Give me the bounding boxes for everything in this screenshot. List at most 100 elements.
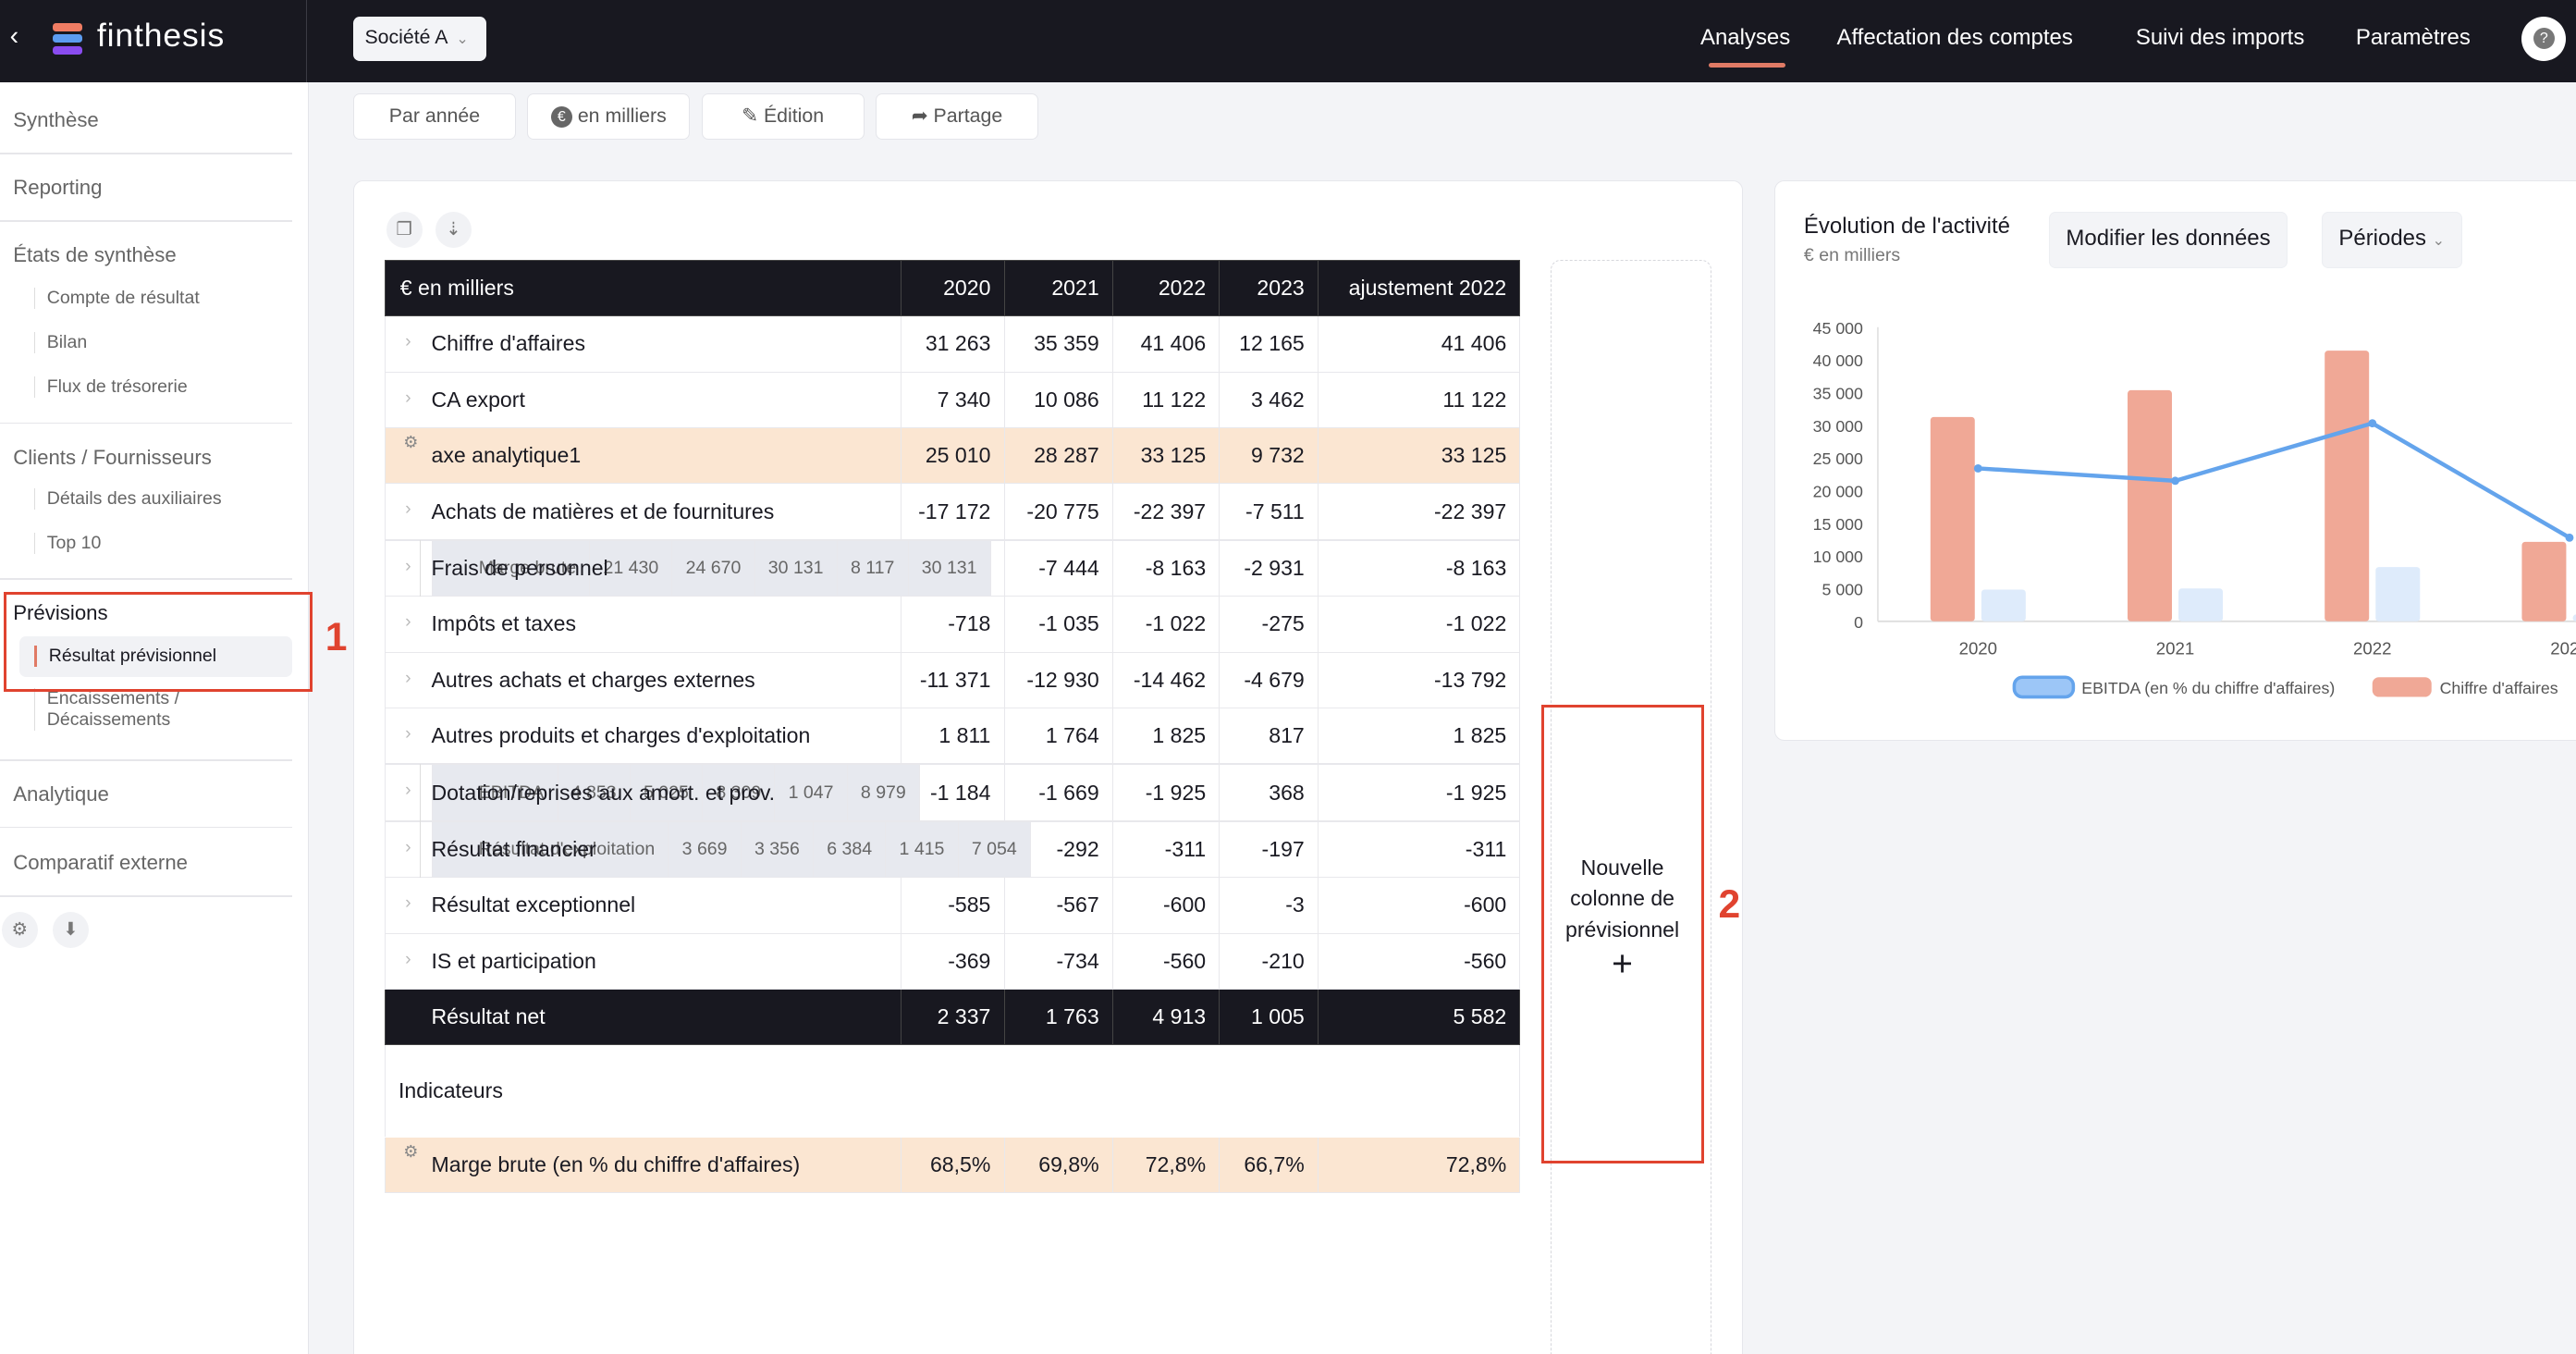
- new-forecast-column-button[interactable]: Nouvelle colonne de prévisionnel +: [1540, 705, 1704, 1163]
- chevron-down-icon: ⌄: [456, 31, 469, 48]
- sidebar-item-compte-resultat[interactable]: Compte de résultat: [34, 287, 200, 309]
- sidebar-item-encaissements[interactable]: Encaissements / Décaissements: [34, 688, 179, 732]
- row-label-text: Dotation/reprises aux amort. et prov.: [431, 780, 776, 805]
- row-label-text: Résultat net: [431, 1004, 546, 1029]
- cell-value: -567: [1003, 877, 1113, 934]
- chevron-right-icon[interactable]: ›: [405, 331, 411, 352]
- cell-value: 31 263: [900, 315, 1005, 373]
- sidebar-item-bilan[interactable]: Bilan: [34, 331, 87, 353]
- chevron-right-icon[interactable]: ›: [405, 780, 411, 801]
- cell-value: 12 165: [1219, 315, 1319, 373]
- table-row[interactable]: › Autres produits et charges d'exploitati…: [384, 707, 1521, 765]
- table-row[interactable]: › CA export 7 340 10 086 11 122 3 462 11 122: [384, 371, 1521, 428]
- cell-value: -1 022: [1317, 596, 1521, 653]
- chevron-right-icon[interactable]: ›: [405, 611, 411, 633]
- cell-value: 2 337: [900, 989, 1005, 1046]
- sidebar-item-details-auxiliaires[interactable]: Détails des auxiliaires: [34, 487, 222, 510]
- divider: [0, 220, 293, 222]
- bar-chiffre-affaires: [2127, 389, 2172, 622]
- label: Édition: [763, 105, 825, 128]
- en-milliers-button[interactable]: € en milliers: [527, 93, 691, 141]
- pencil-icon: ✎: [742, 105, 759, 128]
- nav-parametres[interactable]: Paramètres: [2356, 25, 2471, 51]
- chevron-right-icon[interactable]: ›: [405, 668, 411, 689]
- cell-value: -11 371: [900, 651, 1005, 708]
- copy-icon[interactable]: ❐: [386, 212, 423, 249]
- cell-value: -1 022: [1111, 596, 1221, 653]
- sidebar-item-top10[interactable]: Top 10: [34, 532, 101, 554]
- nav-analyses[interactable]: Analyses: [1700, 25, 1790, 51]
- table-row[interactable]: ⚙ axe analytique1 25 010 28 287 33 125 9 732 3…: [384, 426, 1521, 485]
- cell-value: -17 172: [900, 483, 1005, 540]
- sidebar-item-flux-tresorerie[interactable]: Flux de trésorerie: [34, 375, 188, 398]
- chevron-right-icon[interactable]: ›: [405, 892, 411, 914]
- periods-select[interactable]: Périodes ⌄: [2321, 212, 2463, 268]
- chevron-right-icon[interactable]: ›: [405, 723, 411, 745]
- sidebar-item-etats[interactable]: États de synthèse: [13, 243, 177, 267]
- chevron-right-icon[interactable]: ›: [405, 499, 411, 520]
- par-annee-button[interactable]: Par année: [353, 93, 516, 141]
- row-label-text: Marge brute (en % du chiffre d'affaires): [431, 1152, 801, 1177]
- chevron-right-icon[interactable]: ›: [405, 388, 411, 409]
- table-row[interactable]: › Résultat exceptionnel -585 -567 -600 -3 -600: [384, 877, 1521, 934]
- sidebar-item-analytique[interactable]: Analytique: [13, 782, 109, 806]
- cell-value: 11 122: [1317, 371, 1521, 428]
- gear-icon[interactable]: ⚙: [403, 1142, 418, 1162]
- label-line: Nouvelle: [1580, 855, 1664, 880]
- bar-chiffre-affaires: [2325, 350, 2370, 622]
- table-row[interactable]: › Autres achats et charges externes -11 37…: [384, 651, 1521, 708]
- active-nav-indicator: [1708, 62, 1786, 68]
- header-label: € en milliers: [384, 259, 902, 317]
- table-row[interactable]: ⚙ Marge brute (en % du chiffre d'affaires…: [384, 1136, 1521, 1194]
- chevron-right-icon[interactable]: ›: [405, 949, 411, 970]
- header-2020: 2020: [900, 259, 1005, 317]
- indicators-section-row: Indicateurs: [384, 1044, 1521, 1138]
- company-select[interactable]: Société A ⌄: [353, 16, 486, 61]
- cell-value: -7 444: [1003, 539, 1113, 597]
- table-row[interactable]: Résultat net 2 337 1 763 4 913 1 005 5 582: [384, 989, 1521, 1046]
- help-button[interactable]: ?: [2521, 16, 2567, 61]
- plus-icon: +: [1612, 944, 1633, 985]
- point-ebitda-pct: [2565, 533, 2574, 542]
- sidebar-item-reporting[interactable]: Reporting: [13, 176, 102, 200]
- chevron-right-icon[interactable]: ›: [405, 837, 411, 858]
- chart-subtitle: € en milliers: [1803, 244, 1901, 265]
- gear-icon[interactable]: ⚙: [403, 433, 418, 452]
- table-row[interactable]: › Chiffre d'affaires 31 263 35 359 41 406 12 …: [384, 315, 1521, 373]
- point-ebitda-pct: [2368, 419, 2377, 427]
- sidebar-item-synthese[interactable]: Synthèse: [13, 108, 99, 132]
- cell-value: -560: [1317, 932, 1521, 991]
- partage-button[interactable]: ➦ Partage: [876, 93, 1038, 141]
- table-row[interactable]: › IS et participation -369 -734 -560 -210 -560: [384, 932, 1521, 991]
- cell-value: -311: [1317, 820, 1521, 879]
- chevron-right-icon[interactable]: ›: [405, 556, 411, 577]
- x-tick-label: 2023: [2550, 638, 2576, 658]
- row-label: › Autres achats et charges externes: [384, 651, 902, 708]
- cell-value: 1 811: [900, 707, 1005, 765]
- table-row[interactable]: › Dotation/reprises aux amort. et prov. -1…: [384, 764, 1521, 821]
- annotation-label-2: 2: [1718, 882, 1741, 928]
- row-label-text: Impôts et taxes: [431, 611, 577, 636]
- cell-value: -197: [1219, 820, 1319, 879]
- cell-value: 5 582: [1317, 989, 1521, 1046]
- download-icon[interactable]: ⬇: [52, 912, 89, 949]
- table-row[interactable]: › Impôts et taxes -718 -1 035 -1 022 -275 -1 0…: [384, 596, 1521, 653]
- cell-value: -734: [1003, 932, 1113, 991]
- row-label: › Chiffre d'affaires: [384, 315, 902, 373]
- edition-button[interactable]: ✎ Édition: [701, 93, 865, 141]
- nav-affectation-comptes[interactable]: Affectation des comptes: [1836, 25, 2072, 51]
- sidebar-item-clients-fournisseurs[interactable]: Clients / Fournisseurs: [13, 446, 212, 470]
- chevron-left-icon[interactable]: ‹: [10, 21, 18, 52]
- table-row[interactable]: › Achats de matières et de fournitures -17…: [384, 483, 1521, 540]
- modify-data-button[interactable]: Modifier les données: [2048, 212, 2288, 268]
- settings-gear-icon[interactable]: ⚙: [1, 912, 38, 949]
- sidebar-item-comparatif[interactable]: Comparatif externe: [13, 851, 188, 875]
- legend-swatch-ebitda: [2012, 675, 2076, 699]
- cell-value: 41 406: [1317, 315, 1521, 373]
- cell-value: 1 005: [1219, 989, 1319, 1046]
- cell-value: -22 397: [1111, 483, 1221, 540]
- divider: [0, 758, 293, 761]
- nav-suivi-imports[interactable]: Suivi des imports: [2136, 25, 2305, 51]
- cell-value: -585: [900, 877, 1005, 934]
- sort-icon[interactable]: ⇣: [435, 212, 472, 249]
